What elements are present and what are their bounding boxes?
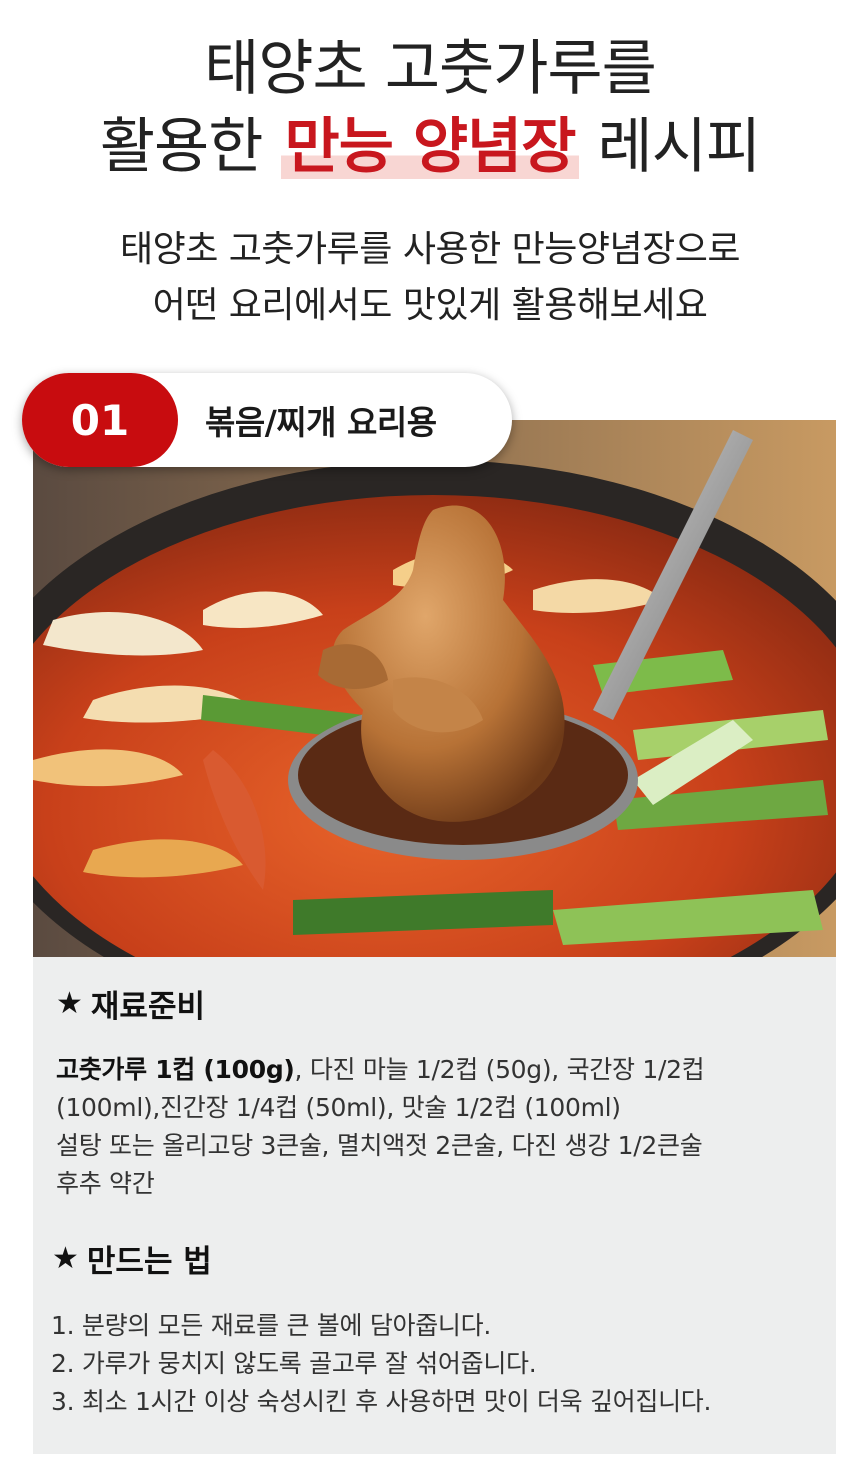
ingredients-line-4: 후추 약간 [56,1169,155,1198]
method-heading: ★ 만드는 법 [52,1238,212,1280]
badge-label: 볶음/찌개 요리용 [205,403,437,442]
ingredients-line-1-rest: , 다진 마늘 1/2컵 (50g), 국간장 1/2컵 [294,1055,705,1084]
ingredients-main-item: 고춧가루 1컵 (100g) [56,1055,295,1084]
badge-number: 01 [22,373,178,467]
ingredients-line-3: 설탕 또는 올리고당 3큰술, 멸치액젓 2큰술, 다진 생강 1/2큰술 [56,1131,703,1160]
method-heading-text: 만드는 법 [86,1243,212,1280]
recipe-panel: ★ 재료준비 고춧가루 1컵 (100g), 다진 마늘 1/2컵 (50g),… [33,957,836,1454]
ingredients-heading: ★ 재료준비 [56,983,205,1025]
stew-illustration [33,420,836,957]
subtitle-line-1: 태양초 고춧가루를 사용한 만능양념장으로 [120,229,741,270]
title-line-1: 태양초 고춧가루를 [204,34,657,104]
subtitle-line-2: 어떤 요리에서도 맛있게 활용해보세요 [152,285,708,326]
page-subtitle: 태양초 고춧가루를 사용한 만능양념장으로 어떤 요리에서도 맛있게 활용해보세… [0,222,860,334]
title-prefix: 활용한 [99,112,264,182]
star-icon: ★ [52,1240,79,1276]
ingredients-line-2: (100ml),진간장 1/4컵 (50ml), 맛술 1/2컵 (100ml) [56,1093,621,1122]
ingredients-list: 고춧가루 1컵 (100g), 다진 마늘 1/2컵 (50g), 국간장 1/… [56,1051,826,1203]
stew-photo [33,420,836,957]
title-suffix: 레시피 [597,112,762,182]
method-step: 2. 가루가 뭉치지 않도록 골고루 잘 섞어줍니다. [51,1349,537,1378]
title-highlight: 만능 양념장 [280,112,580,182]
ingredients-heading-text: 재료준비 [90,988,205,1025]
method-steps: 1. 분량의 모든 재료를 큰 볼에 담아줍니다. 2. 가루가 뭉치지 않도록… [51,1307,826,1421]
method-step: 1. 분량의 모든 재료를 큰 볼에 담아줍니다. [51,1311,491,1340]
page-title: 태양초 고춧가루를 활용한 만능 양념장 레시피 [0,30,860,186]
star-icon: ★ [56,985,83,1021]
ingredients-line-1: 고춧가루 1컵 (100g), 다진 마늘 1/2컵 (50g), 국간장 1/… [56,1051,826,1089]
title-line-2: 활용한 만능 양념장 레시피 [0,108,860,186]
method-step: 3. 최소 1시간 이상 숙성시킨 후 사용하면 맛이 더욱 깊어집니다. [51,1387,712,1416]
